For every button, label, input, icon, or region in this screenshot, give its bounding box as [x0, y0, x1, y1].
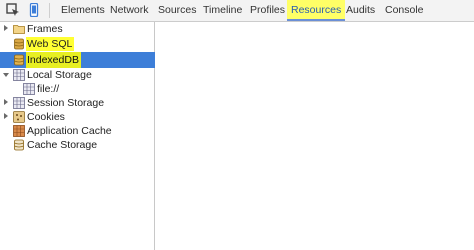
tab-timeline[interactable]: Timeline	[199, 0, 246, 21]
database-icon	[14, 54, 24, 66]
sidebar-item-cookies[interactable]: Cookies	[0, 110, 155, 124]
sidebar-item-file-origin[interactable]: file://	[0, 82, 155, 96]
sidebar-item-label: Web SQL	[26, 37, 75, 51]
sidebar-item-label: Session Storage	[27, 97, 105, 109]
sidebar-item-local-storage[interactable]: Local Storage	[0, 68, 155, 82]
collapse-caret-icon[interactable]	[3, 73, 9, 77]
tab-sources[interactable]: Sources	[154, 0, 201, 21]
device-mode-icon[interactable]	[27, 3, 41, 17]
grid-storage-icon	[23, 83, 35, 95]
expand-caret-icon[interactable]	[4, 99, 8, 105]
tab-resources[interactable]: Resources	[287, 0, 346, 21]
grid-storage-icon	[13, 69, 25, 81]
folder-icon	[13, 25, 25, 34]
tab-network[interactable]: Network	[106, 0, 153, 21]
grid-storage-icon	[13, 97, 25, 109]
expand-caret-icon[interactable]	[4, 113, 8, 119]
sidebar-item-indexeddb[interactable]: IndexedDB	[0, 52, 155, 68]
sidebar-item-label: Cache Storage	[27, 139, 98, 151]
sidebar-item-web-sql[interactable]: Web SQL	[0, 37, 155, 51]
sidebar-item-cache-storage[interactable]: Cache Storage	[0, 138, 155, 152]
toolbar-separator	[49, 3, 50, 18]
database-icon	[14, 38, 24, 50]
tab-elements[interactable]: Elements	[57, 0, 109, 21]
inspect-element-icon[interactable]	[6, 3, 20, 17]
resources-sidebar: Frames Web SQL IndexedDB Local Storage f…	[0, 22, 155, 250]
tab-console[interactable]: Console	[381, 0, 428, 21]
cookie-icon	[13, 111, 25, 123]
sidebar-item-label: file://	[37, 83, 60, 95]
expand-caret-icon[interactable]	[4, 25, 8, 31]
sidebar-item-application-cache[interactable]: Application Cache	[0, 124, 155, 138]
sidebar-item-label: Application Cache	[27, 125, 112, 137]
application-cache-icon	[13, 125, 25, 137]
sidebar-item-label: Cookies	[27, 111, 65, 123]
resource-view-panel	[156, 22, 474, 250]
sidebar-item-label: IndexedDB	[26, 52, 81, 68]
database-icon	[14, 139, 24, 151]
sidebar-item-session-storage[interactable]: Session Storage	[0, 96, 155, 110]
sidebar-item-label: Frames	[27, 23, 63, 35]
tab-profiles[interactable]: Profiles	[246, 0, 289, 21]
sidebar-item-label: Local Storage	[27, 69, 92, 81]
tab-audits[interactable]: Audits	[342, 0, 379, 21]
devtools-toolbar: Elements Network Sources Timeline Profil…	[0, 0, 474, 22]
sidebar-item-frames[interactable]: Frames	[0, 22, 155, 36]
